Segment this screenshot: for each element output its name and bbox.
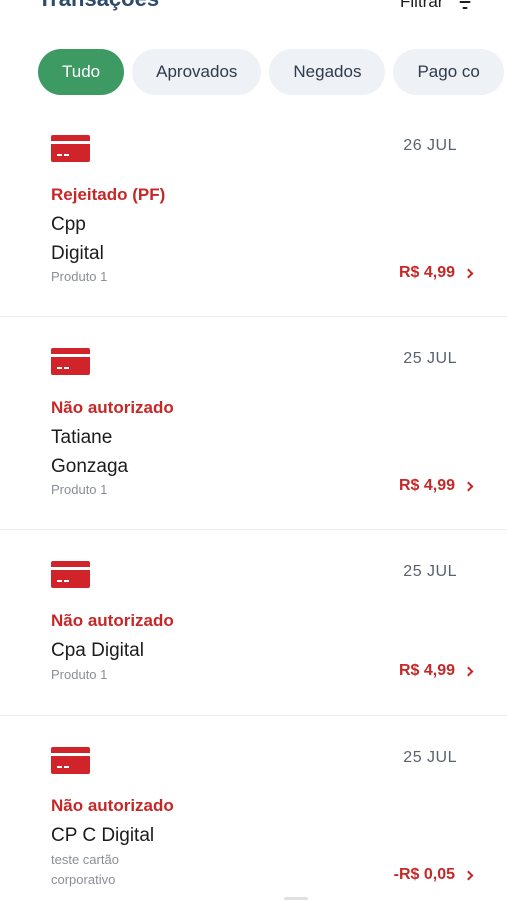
transaction-item[interactable]: 25 JUL Não autorizado Tatiane Gonzaga Pr…	[0, 317, 507, 530]
merchant-name-line1: Cpp	[51, 214, 86, 235]
transaction-list: 26 JUL Rejeitado (PF) Cpp Digital Produt…	[0, 118, 507, 900]
transaction-amount: R$ 4,99	[398, 662, 474, 680]
chevron-right-icon	[463, 666, 474, 676]
filter-icon	[457, 0, 473, 9]
chevron-right-icon	[463, 481, 474, 491]
transaction-status: Não autorizado	[51, 796, 174, 815]
transaction-date: 25 JUL	[403, 563, 457, 580]
transaction-status: Não autorizado	[51, 611, 174, 630]
amount-value: -R$ 0,05	[393, 866, 455, 883]
amount-value: R$ 4,99	[398, 477, 455, 494]
product-label-line1: teste cartão	[51, 852, 119, 867]
amount-value: R$ 4,99	[398, 662, 455, 679]
transaction-status: Rejeitado (PF)	[51, 185, 166, 204]
credit-card-icon	[51, 561, 90, 588]
product-label: Produto 1	[51, 269, 108, 284]
chevron-right-icon	[463, 268, 474, 278]
amount-value: R$ 4,99	[398, 264, 455, 281]
transaction-date: 25 JUL	[403, 749, 457, 766]
transaction-amount: R$ 4,99	[398, 477, 474, 495]
transaction-item[interactable]: 25 JUL Não autorizado Cpa Digital Produt…	[0, 530, 507, 716]
product-label: Produto 1	[51, 667, 108, 682]
product-label: Produto 1	[51, 482, 108, 497]
chip-aprovados[interactable]: Aprovados	[132, 49, 262, 95]
chip-tudo[interactable]: Tudo	[38, 49, 125, 95]
transaction-date: 26 JUL	[403, 137, 457, 154]
transaction-amount: -R$ 0,05	[393, 866, 474, 884]
merchant-name-line2: Digital	[51, 243, 104, 264]
merchant-name-line2: Gonzaga	[51, 456, 129, 477]
credit-card-icon	[51, 348, 90, 375]
filter-chips: Tudo Aprovados Negados Pago co	[38, 49, 507, 97]
filter-button[interactable]: Filtrar	[400, 0, 473, 12]
header: Transações Filtrar	[0, 0, 507, 30]
filter-label: Filtrar	[400, 0, 444, 11]
chip-negados[interactable]: Negados	[269, 49, 386, 95]
merchant-name-line1: Tatiane	[51, 427, 113, 448]
credit-card-icon	[51, 747, 90, 774]
page-title: Transações	[38, 0, 159, 12]
chevron-right-icon	[463, 870, 474, 880]
merchant-name: Cpa Digital	[51, 640, 144, 661]
transaction-item[interactable]: 25 JUL Não autorizado CP C Digital teste…	[0, 716, 507, 900]
merchant-name: CP C Digital	[51, 825, 155, 846]
chip-pago-com[interactable]: Pago co	[393, 49, 504, 95]
product-label-line2: corporativo	[51, 872, 116, 887]
transaction-amount: R$ 4,99	[398, 264, 474, 282]
transaction-status: Não autorizado	[51, 398, 174, 417]
transaction-item[interactable]: 26 JUL Rejeitado (PF) Cpp Digital Produt…	[0, 118, 507, 317]
credit-card-icon	[51, 135, 90, 162]
transaction-date: 25 JUL	[403, 350, 457, 367]
